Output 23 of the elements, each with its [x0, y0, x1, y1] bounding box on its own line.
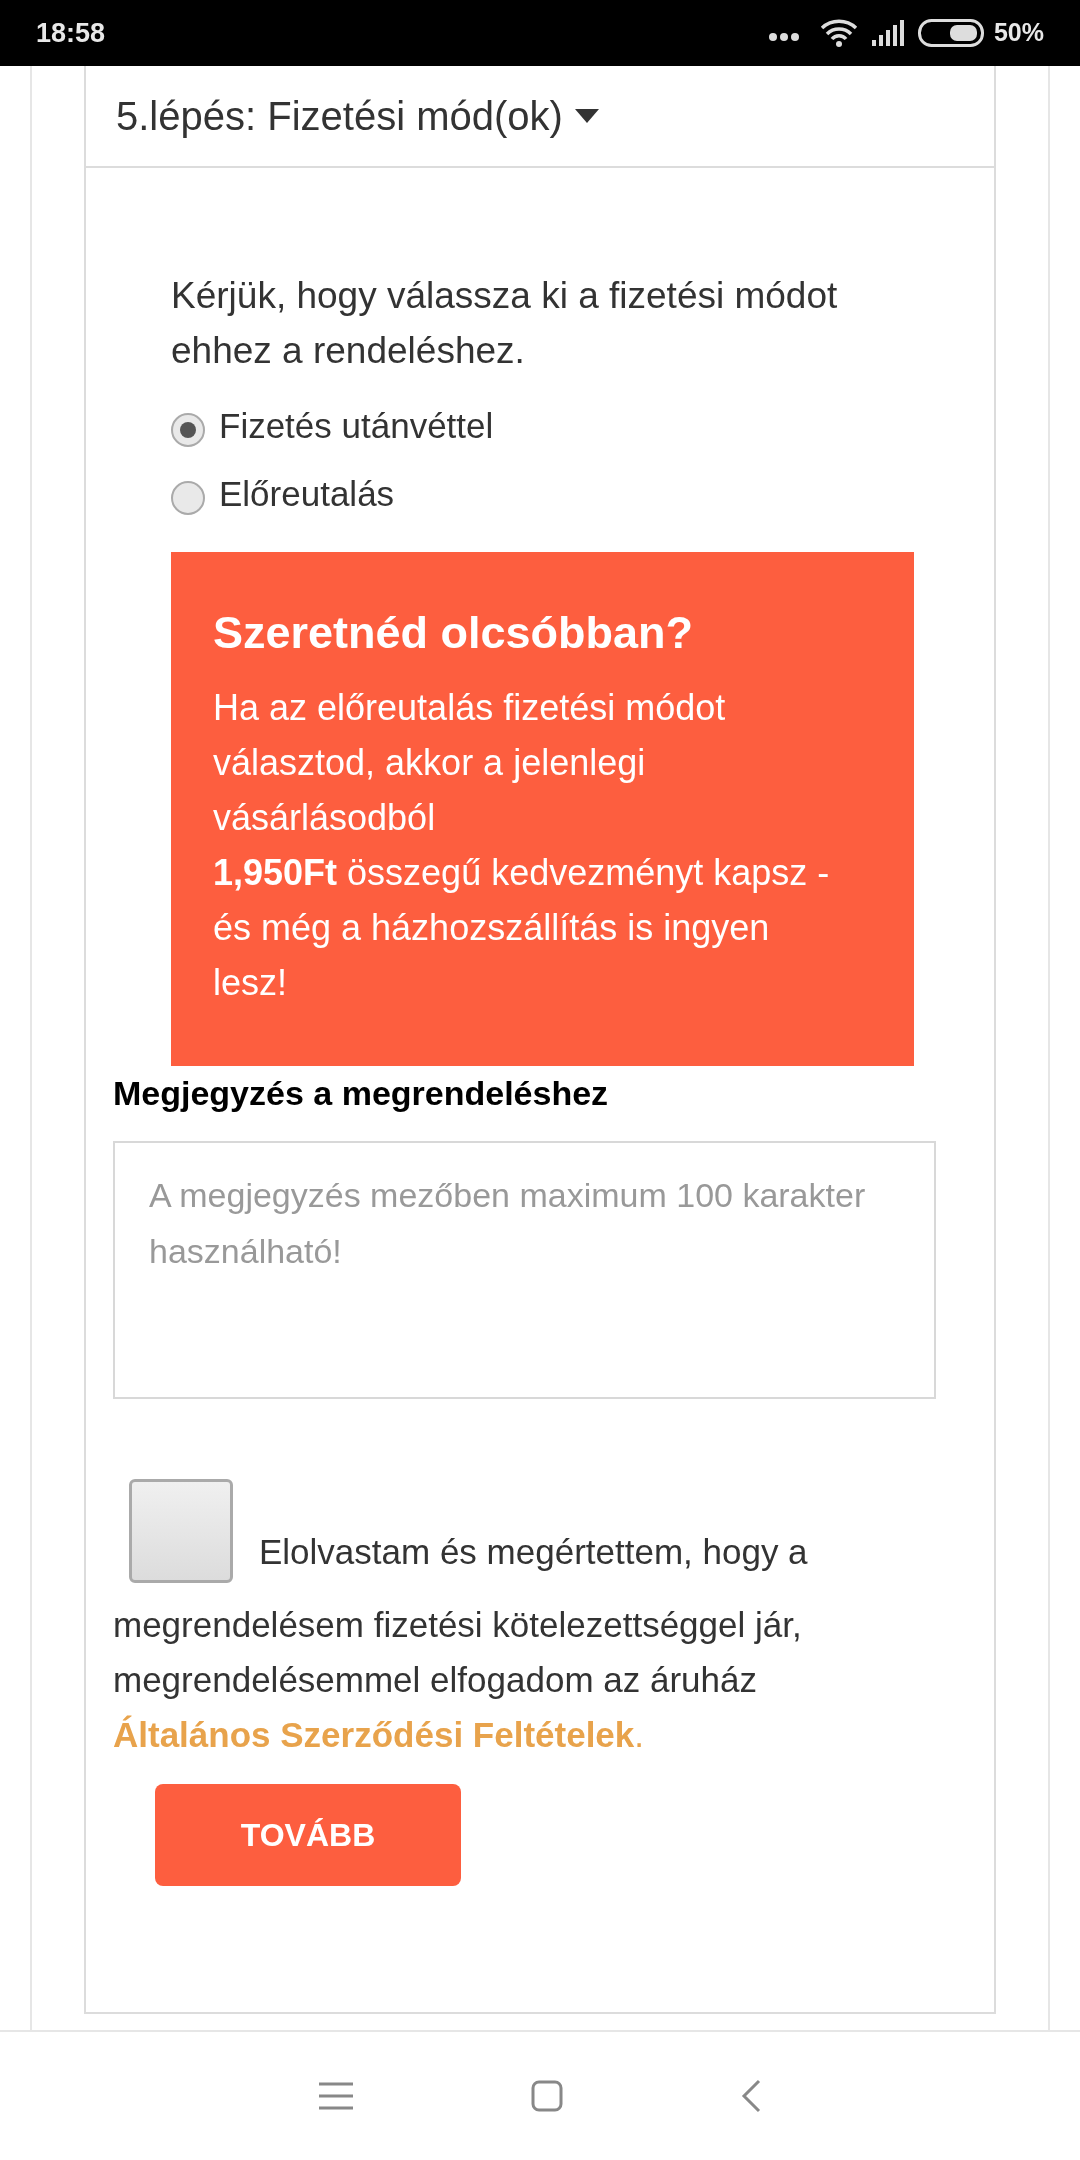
- status-time: 18:58: [36, 16, 106, 50]
- radio-button[interactable]: [171, 413, 205, 447]
- wifi-icon: [819, 19, 858, 47]
- payment-option[interactable]: Előreutalás: [171, 460, 934, 528]
- square-icon[interactable]: [531, 2080, 563, 2112]
- radio-button[interactable]: [171, 481, 205, 515]
- promo-text: Ha az előreutalás fizetési módot választod, akkor a jelenlegi vásárlásodból 1,950Ft összegű kedvezményt kapsz - és még a házhozszállítás is ingyen lesz!: [213, 686, 831, 1005]
- battery-icon: [917, 19, 984, 47]
- note-field[interactable]: A megjegyzés mezőben maximum 100 karakter használható!: [113, 1141, 936, 1399]
- payment-option[interactable]: Fizetés utánvéttel: [171, 392, 934, 460]
- terms-text: megrendelésem fizetési kötelezettséggel jár, megrendelésemmel elfogadom az áruház Általános Szerződési Feltételek.: [113, 1604, 803, 1756]
- step-header[interactable]: 5.lépés: Fizetési mód(ok): [86, 66, 994, 168]
- signal-icon: [871, 20, 906, 46]
- terms-checkbox[interactable]: [129, 1479, 233, 1583]
- caret-down-icon: [574, 109, 599, 123]
- note-label: Megjegyzés a megrendeléshez: [113, 1073, 610, 1114]
- back-icon[interactable]: [741, 2079, 761, 2113]
- terms-label: Elolvastam és megértettem, hogy a: [259, 1531, 808, 1573]
- more-dots-icon: [767, 32, 800, 42]
- menu-icon[interactable]: [319, 2082, 353, 2110]
- promo-title: Szeretnéd olcsóbban?: [213, 606, 695, 660]
- intro-text: Kérjük, hogy válassza ki a fizetési módot ehhez a rendeléshez.: [170, 274, 839, 373]
- battery-percent: 50%: [993, 17, 1044, 49]
